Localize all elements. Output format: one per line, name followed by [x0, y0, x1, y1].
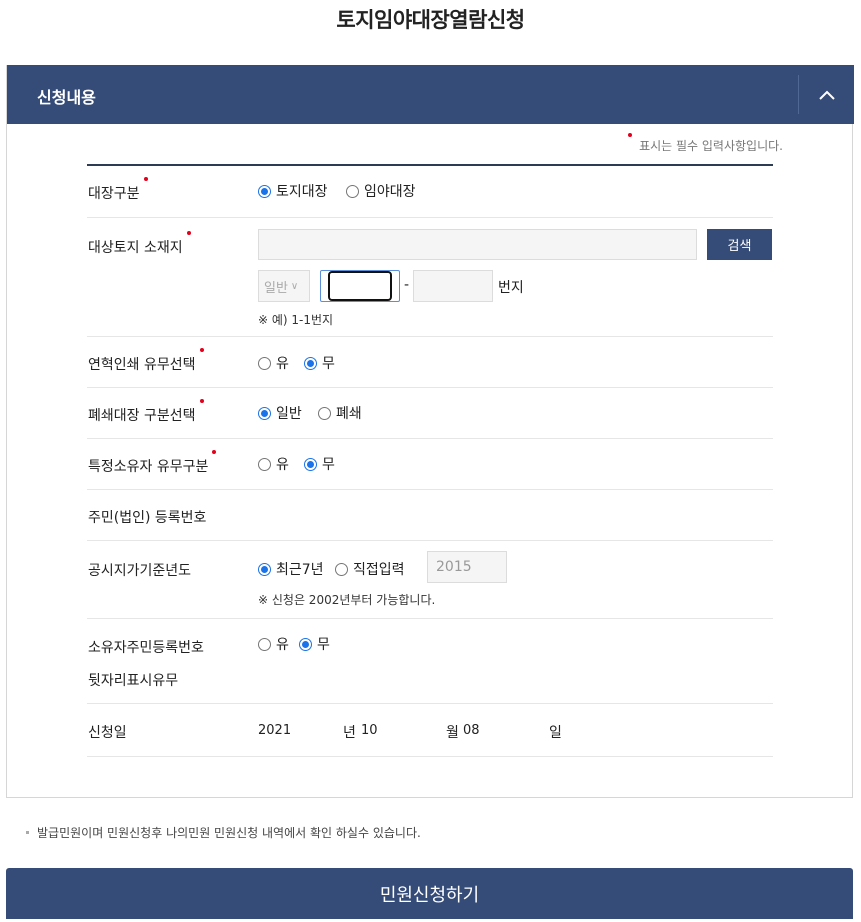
bottom-note: 발급민원이며 민원신청후 나의민원 민원신청 내역에서 확인 하실수 있습니다. [26, 824, 421, 841]
row-divider [87, 618, 773, 619]
bottom-note-text: 발급민원이며 민원신청후 나의민원 민원신청 내역에서 확인 하실수 있습니다. [37, 826, 421, 840]
chevron-up-icon [818, 90, 835, 100]
location-label-text: 대상토지 소재지 [88, 240, 183, 256]
radio-checked-icon [258, 406, 271, 420]
row-divider [87, 336, 773, 337]
radio-checked-icon [304, 457, 317, 471]
month-unit: 월 [446, 725, 459, 741]
lot-type-select[interactable]: 일반 ∨ [258, 270, 310, 302]
resident-number-label: 주민(법인) 등록번호 [88, 510, 207, 526]
row-divider [87, 756, 773, 757]
radio-checked-icon [304, 356, 317, 370]
required-dot-icon [143, 177, 148, 181]
required-dot-icon [199, 348, 204, 352]
required-dot-icon [186, 231, 191, 235]
closed-ledger-label: 폐쇄대장 구분선택 [88, 399, 204, 425]
row-divider [87, 217, 773, 218]
page-title: 토지임야대장열람신청 [336, 8, 525, 32]
year-range-note: ※ 신청은 2002년부터 가능합니다. [258, 593, 436, 607]
option-label: 일반 [276, 406, 302, 422]
search-button[interactable]: 검색 [707, 229, 772, 260]
section-header: 신청내용 [7, 65, 854, 124]
section-title: 신청내용 [37, 88, 96, 107]
row-divider [87, 438, 773, 439]
apply-day-value: 08 [463, 723, 480, 738]
option-label: 무 [322, 457, 335, 473]
chevron-down-icon: ∨ [290, 280, 299, 292]
radio-ledger-forest[interactable]: 임야대장 [346, 181, 416, 201]
option-label: 유 [276, 457, 289, 473]
specific-owner-label: 특정소유자 유무구분 [88, 450, 217, 476]
row-divider [87, 703, 773, 704]
radio-checked-icon [258, 184, 271, 198]
bullet-icon [26, 831, 29, 834]
lot-suffix: 번지 [498, 280, 524, 296]
option-label: 무 [322, 356, 335, 372]
history-print-label-text: 연혁인쇄 유무선택 [88, 357, 196, 373]
radio-closed-closed[interactable]: 폐쇄 [318, 403, 362, 423]
radio-direct-input[interactable]: 직접입력 [335, 559, 405, 579]
apply-year-value: 2021 [258, 723, 292, 738]
owner-id-display-label-line2: 뒷자리표시유무 [88, 673, 179, 689]
day-unit: 일 [549, 725, 562, 741]
required-note-text: 표시는 필수 입력사항입니다. [639, 139, 783, 153]
year-unit: 년 [343, 725, 356, 741]
location-label: 대상토지 소재지 [88, 231, 191, 257]
radio-recent-7-years[interactable]: 최근7년 [258, 559, 324, 579]
closed-ledger-label-text: 폐쇄대장 구분선택 [88, 408, 196, 424]
option-label: 폐쇄 [336, 406, 362, 422]
radio-owner-yes[interactable]: 유 [258, 454, 289, 474]
ledger-type-label: 대장구분 [88, 177, 148, 203]
option-label: 토지대장 [276, 184, 328, 200]
number-dash: - [404, 277, 410, 293]
radio-checked-icon [258, 562, 271, 576]
radio-history-yes[interactable]: 유 [258, 353, 289, 373]
option-label: 임야대장 [364, 184, 416, 200]
radio-unchecked-icon [258, 457, 271, 471]
radio-checked-icon [299, 637, 312, 651]
apply-month-value: 10 [361, 723, 378, 738]
location-example-note: ※ 예) 1-1번지 [258, 313, 334, 327]
option-label: 직접입력 [353, 562, 405, 578]
radio-owner-id-no[interactable]: 무 [299, 634, 330, 654]
option-label: 최근7년 [276, 562, 324, 578]
radio-unchecked-icon [258, 637, 271, 651]
sub-number-input[interactable] [413, 270, 493, 302]
option-label: 무 [317, 637, 330, 653]
specific-owner-label-text: 특정소유자 유무구분 [88, 459, 209, 475]
radio-unchecked-icon [258, 356, 271, 370]
apply-date-label: 신청일 [88, 725, 127, 741]
year-input[interactable]: 2015 [427, 551, 507, 583]
owner-id-display-label-line1: 소유자주민등록번호 [88, 640, 204, 656]
radio-ledger-land[interactable]: 토지대장 [258, 181, 328, 201]
required-dot-icon [199, 399, 204, 403]
radio-unchecked-icon [318, 406, 331, 420]
radio-unchecked-icon [335, 562, 348, 576]
select-value: 일반 [264, 280, 288, 296]
radio-history-no[interactable]: 무 [304, 353, 335, 373]
radio-closed-normal[interactable]: 일반 [258, 403, 302, 423]
radio-owner-no[interactable]: 무 [304, 454, 335, 474]
required-note: 표시는 필수 입력사항입니다. [628, 133, 783, 154]
collapse-button[interactable] [799, 65, 854, 124]
row-divider [87, 489, 773, 490]
ledger-type-label-text: 대장구분 [88, 186, 140, 202]
radio-owner-id-yes[interactable]: 유 [258, 634, 289, 654]
radio-unchecked-icon [346, 184, 359, 198]
submit-application-button[interactable]: 민원신청하기 [6, 868, 853, 919]
history-print-label: 연혁인쇄 유무선택 [88, 348, 204, 374]
main-number-input[interactable] [328, 271, 392, 301]
form-top-border [87, 164, 773, 166]
land-price-year-label: 공시지가기준년도 [88, 563, 192, 579]
row-divider [87, 387, 773, 388]
row-divider [87, 540, 773, 541]
option-label: 유 [276, 356, 289, 372]
option-label: 유 [276, 637, 289, 653]
address-input[interactable] [258, 229, 697, 260]
